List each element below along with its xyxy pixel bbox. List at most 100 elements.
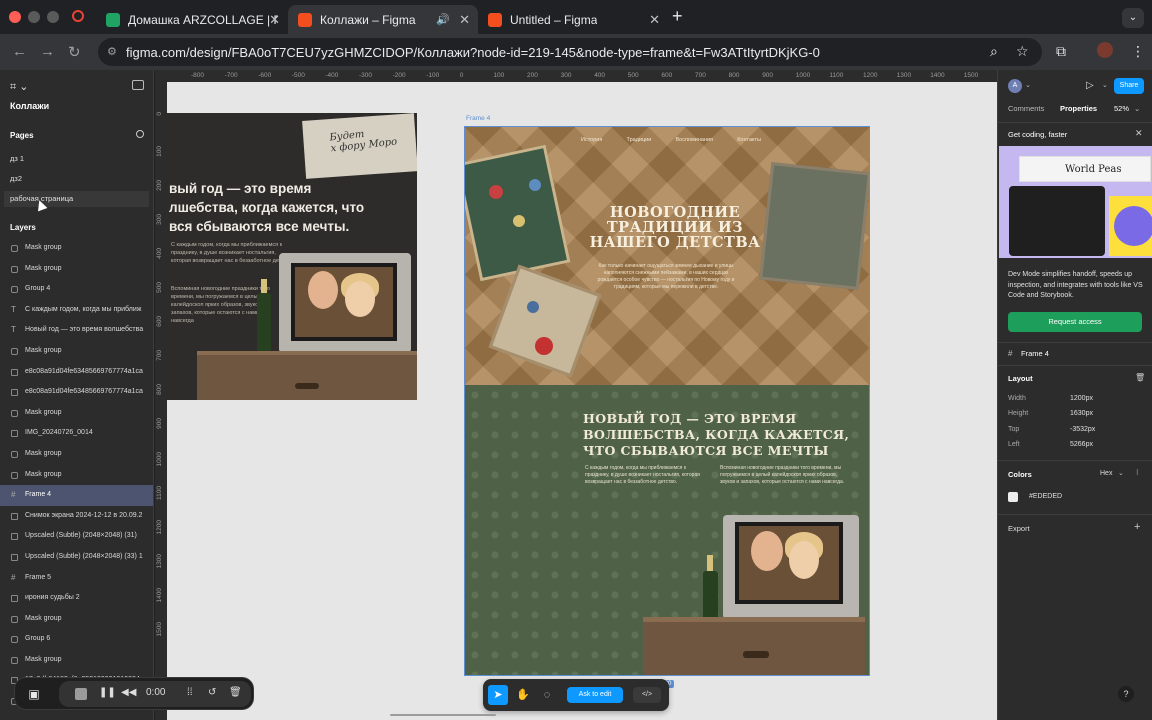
- tab-figma-untitled[interactable]: Untitled – Figma ✕: [478, 5, 668, 34]
- hand-tool-icon[interactable]: ✋: [516, 688, 530, 702]
- move-tool-icon[interactable]: ➤: [488, 685, 508, 705]
- profile-avatar[interactable]: [1097, 42, 1113, 58]
- pause-icon[interactable]: ❚❚: [99, 687, 116, 698]
- browser-menu-icon[interactable]: ⋮: [1131, 43, 1145, 60]
- page-item[interactable]: дз 1: [4, 151, 149, 167]
- sidebar-toggle-icon[interactable]: [132, 80, 144, 90]
- layer-row[interactable]: Снимок экрана 2024-12-12 в 20.09.2: [0, 506, 153, 527]
- zoom-level[interactable]: 52%: [1114, 104, 1129, 113]
- left-field[interactable]: 5266px: [1070, 441, 1093, 448]
- dev-mode-toggle[interactable]: </>: [633, 687, 661, 703]
- section-paragraph: С каждым годом, когда мы приближаемся к …: [585, 465, 700, 485]
- adjust-icon[interactable]: ⁝: [1136, 468, 1139, 477]
- layer-name: Mask group: [25, 614, 62, 622]
- close-window-button[interactable]: [9, 11, 21, 23]
- layer-row[interactable]: Upscaled (Subtle) (2048×2048) (33) 1: [0, 547, 153, 568]
- tab-properties[interactable]: Properties: [1060, 104, 1097, 113]
- layer-row[interactable]: e8c08a91d04fe63485669767774a1ca: [0, 382, 153, 403]
- extensions-icon[interactable]: ⧉: [1056, 43, 1066, 60]
- delete-icon[interactable]: 🗑: [1135, 373, 1145, 382]
- color-hex-value[interactable]: #EDEDED: [1029, 493, 1062, 500]
- ruler-tick-label: 1100: [156, 486, 163, 500]
- layer-row[interactable]: Group 4: [0, 279, 153, 300]
- url-field[interactable]: ⚙ figma.com/design/FBA0oT7CEU7yzGHMZCIDO…: [98, 38, 1042, 66]
- add-export-icon[interactable]: +: [1134, 521, 1140, 533]
- stop-record-icon[interactable]: [75, 688, 87, 700]
- back-icon[interactable]: ←: [12, 43, 27, 60]
- help-button[interactable]: ?: [1118, 686, 1134, 702]
- new-tab-button[interactable]: +: [672, 6, 683, 27]
- forward-icon[interactable]: →: [40, 43, 55, 60]
- layer-row[interactable]: Group 6: [0, 629, 153, 650]
- color-swatch[interactable]: [1008, 492, 1018, 502]
- grid-icon[interactable]: ⁞⁞: [187, 687, 193, 698]
- trash-icon[interactable]: 🗑: [229, 687, 242, 698]
- ornament-image: [535, 337, 553, 355]
- horizontal-scrollbar[interactable]: [390, 714, 496, 716]
- present-icon[interactable]: ▷: [1086, 80, 1094, 91]
- height-field[interactable]: 1630px: [1070, 410, 1093, 417]
- user-avatar[interactable]: A: [1008, 79, 1022, 93]
- layer-row[interactable]: Mask group: [0, 403, 153, 424]
- layer-row[interactable]: Mask group: [0, 650, 153, 671]
- chevron-down-icon[interactable]: ⌄: [1102, 81, 1108, 89]
- layer-row[interactable]: ирония судьбы 2: [0, 588, 153, 609]
- tab-comments[interactable]: Comments: [1008, 104, 1044, 113]
- layer-row[interactable]: Mask group: [0, 444, 153, 465]
- close-tab-icon[interactable]: ✕: [269, 12, 280, 28]
- rewind-icon[interactable]: ◀◀: [121, 687, 136, 698]
- search-icon[interactable]: [136, 130, 144, 138]
- ruler-tick-label: 1200: [156, 520, 163, 535]
- width-field[interactable]: 1200px: [1070, 395, 1093, 402]
- share-button[interactable]: Share: [1114, 78, 1144, 94]
- close-tab-icon[interactable]: ✕: [459, 12, 470, 28]
- minimize-window-button[interactable]: [28, 11, 40, 23]
- chevron-down-icon[interactable]: ⌄: [1025, 81, 1031, 89]
- comment-tool-icon[interactable]: ◌: [540, 688, 554, 702]
- layer-row[interactable]: e8c08a91d04fe63485669767774a1ca: [0, 362, 153, 383]
- tab-google-sheets[interactable]: Домашка ARZCOLLAGE | ПО ✕: [96, 5, 288, 34]
- reload-icon[interactable]: ↻: [68, 43, 81, 61]
- request-access-button[interactable]: Request access: [1008, 312, 1142, 332]
- ask-to-edit-button[interactable]: Ask to edit: [567, 687, 623, 703]
- restart-icon[interactable]: ↺: [208, 687, 216, 698]
- layer-row[interactable]: IMG_20240726_0014: [0, 423, 153, 444]
- page-item-selected[interactable]: рабочая страница: [4, 191, 149, 207]
- layer-row[interactable]: Mask group: [0, 341, 153, 362]
- site-info-icon[interactable]: ⚙: [107, 45, 117, 58]
- zoom-icon[interactable]: ⌕: [990, 43, 998, 60]
- frame-4[interactable]: История Традиции Воспоминания Контакты Н…: [464, 126, 870, 676]
- close-tab-icon[interactable]: ✕: [649, 12, 660, 28]
- chevron-down-icon[interactable]: ⌄: [1134, 104, 1140, 113]
- layer-row[interactable]: T Новый год — это время волшебства: [0, 320, 153, 341]
- mask-layer-icon: [11, 286, 18, 294]
- figma-menu-icon[interactable]: ⌗ ⌄: [10, 80, 28, 94]
- top-field[interactable]: -3532px: [1070, 426, 1095, 433]
- layer-row[interactable]: Mask group: [0, 465, 153, 486]
- close-icon[interactable]: ✕: [1135, 128, 1143, 139]
- layer-row[interactable]: Mask group: [0, 609, 153, 630]
- collage-frame-left[interactable]: Будет х фору Моро вый год — это время лш…: [167, 113, 417, 400]
- divider: [998, 122, 1152, 123]
- layer-row[interactable]: # Frame 4: [0, 485, 153, 506]
- chevron-down-icon[interactable]: ⌄: [1118, 469, 1124, 477]
- bookmark-star-icon[interactable]: ☆: [1016, 43, 1029, 60]
- frame-label[interactable]: Frame 4: [466, 115, 490, 122]
- tab-group-icon[interactable]: [72, 10, 84, 22]
- color-format-select[interactable]: Hex: [1100, 470, 1112, 477]
- layer-row[interactable]: Mask group: [0, 259, 153, 280]
- figma-canvas[interactable]: -800 -700 -600 -500 -400 -300 -200 -100 0 100 200 3…: [155, 70, 997, 720]
- layer-row[interactable]: Upscaled (Subtle) (2048×2048) (31): [0, 526, 153, 547]
- audio-icon[interactable]: 🔊: [436, 13, 450, 26]
- page-item[interactable]: дз2: [4, 171, 149, 187]
- file-name[interactable]: Коллажи: [10, 101, 49, 111]
- layout-title: Layout: [1008, 374, 1033, 383]
- layer-row[interactable]: T С каждым годом, когда мы приближ: [0, 300, 153, 321]
- camera-icon[interactable]: ▣: [21, 683, 47, 705]
- tab-search-icon[interactable]: ⌄: [1122, 8, 1144, 28]
- selection-name[interactable]: Frame 4: [1021, 349, 1049, 358]
- tab-figma-collages[interactable]: Коллажи – Figma 🔊 ✕: [288, 5, 478, 34]
- layer-row[interactable]: # Frame 5: [0, 568, 153, 589]
- maximize-window-button[interactable]: [47, 11, 59, 23]
- layer-row[interactable]: Mask group: [0, 238, 153, 259]
